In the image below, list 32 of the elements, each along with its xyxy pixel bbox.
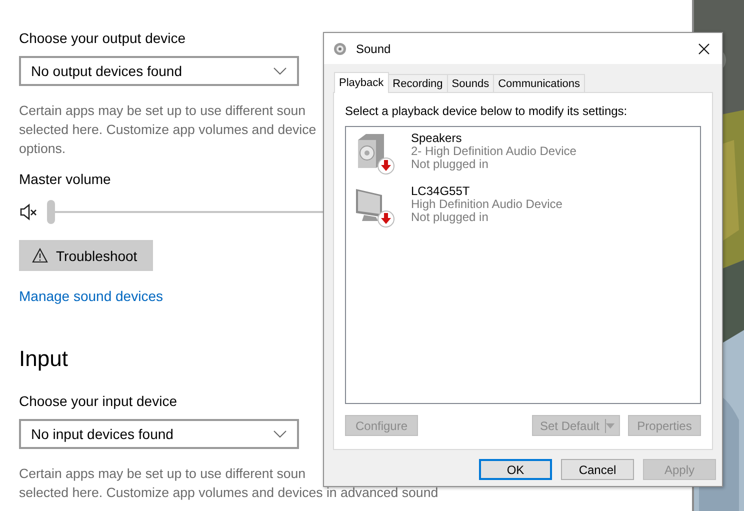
device-description: 2- High Definition Audio Device xyxy=(411,145,576,158)
close-icon xyxy=(698,42,710,54)
device-row[interactable]: Speakers 2- High Definition Audio Device Not plugged in xyxy=(354,132,694,185)
speaker-icon xyxy=(333,42,347,56)
chevron-down-icon xyxy=(273,430,287,438)
device-name: Speakers xyxy=(411,132,463,145)
slider-thumb[interactable] xyxy=(47,200,55,224)
volume-label: Master volume xyxy=(19,170,111,189)
dialog-button[interactable]: Cancel xyxy=(561,459,634,480)
device-description: High Definition Audio Device xyxy=(411,198,562,211)
device-row[interactable]: LC34G55T High Definition Audio Device Not plugged in xyxy=(354,185,694,238)
manage-link[interactable]: Manage sound devices xyxy=(19,288,163,304)
field-label: Choose your input device xyxy=(19,392,177,411)
instruction-text: Select a playback device below to modify its settings: xyxy=(345,104,628,118)
device-name: LC34G55T xyxy=(411,185,471,198)
warning-icon xyxy=(32,248,48,263)
device-dropdown[interactable]: No input devices found xyxy=(19,419,299,449)
troubleshoot-button[interactable]: Troubleshoot xyxy=(19,240,153,271)
device-status: Not plugged in xyxy=(411,158,490,171)
tab[interactable]: Communications xyxy=(493,74,586,92)
caret-icon xyxy=(606,422,615,428)
description-text: Certain apps may be set up to use different soun selected here. Customize app volumes and device options. xyxy=(19,102,316,158)
description-text: Certain apps may be set up to use different soun selected here. Customize app volumes and devices in advanced sound xyxy=(19,465,438,502)
dialog-button[interactable]: OK xyxy=(479,459,552,480)
device-dropdown[interactable]: No output devices found xyxy=(19,56,299,86)
chevron-down-icon xyxy=(273,67,287,75)
field-label: Choose your output device xyxy=(19,29,186,48)
tab[interactable]: Playback xyxy=(334,72,389,93)
window-title: Sound xyxy=(356,42,392,56)
tab[interactable]: Recording xyxy=(388,74,448,92)
device-status: Not plugged in xyxy=(411,211,490,224)
section-heading: Input xyxy=(19,345,68,373)
